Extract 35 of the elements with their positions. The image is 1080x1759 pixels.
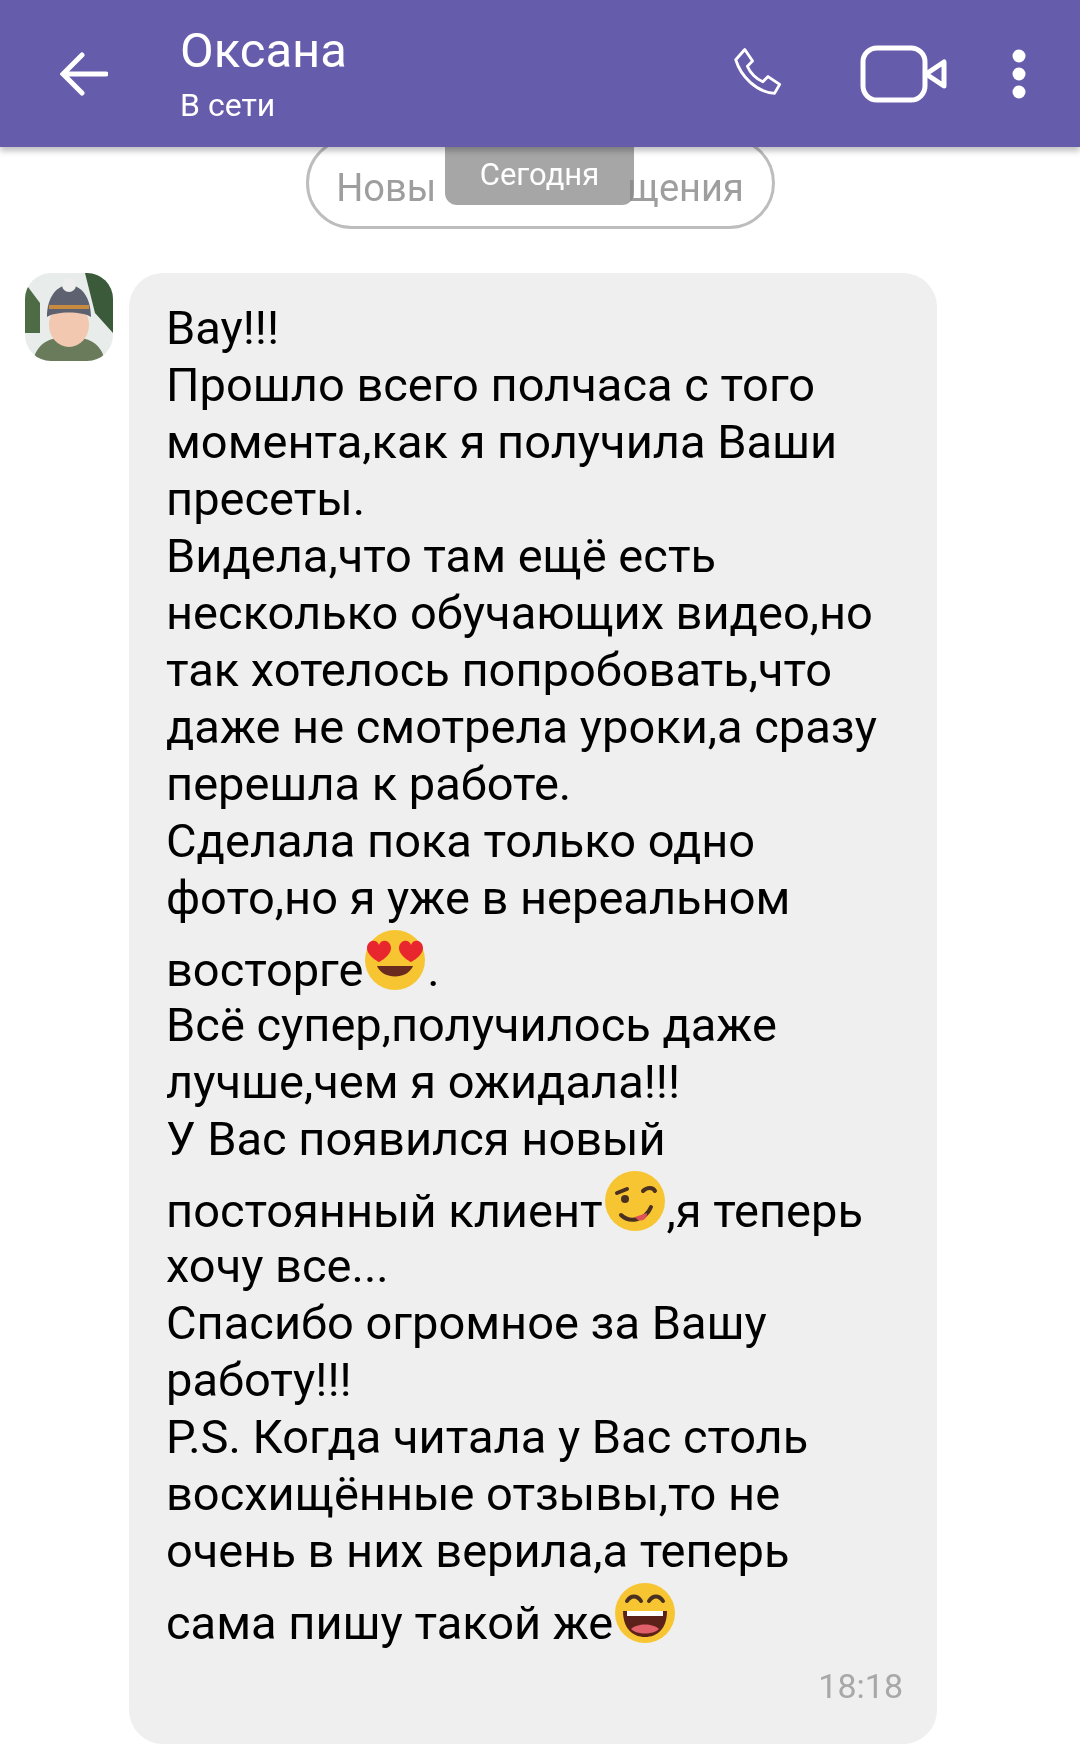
- video-camera-icon[interactable]: [860, 44, 948, 103]
- back-icon[interactable]: [60, 51, 108, 96]
- message-text: фото,но я уже в нереальном: [166, 871, 791, 924]
- message-text: Прошло всего полчаса с того: [166, 358, 815, 411]
- message-text: несколько обучающих видео,но: [166, 586, 873, 639]
- message-text: лучше,чем я ожидала!!!: [166, 1055, 681, 1108]
- message-text: момента,как я получила Ваши: [166, 415, 838, 468]
- message-text: .: [427, 944, 440, 996]
- message-text: У Вас появился новый: [166, 1112, 666, 1165]
- message-text: даже не смотрела уроки,а сразу: [166, 700, 877, 753]
- heart-eyes-emoji: [363, 928, 428, 992]
- message-text: Спасибо огромное за Вашу: [166, 1296, 767, 1349]
- message-text: очень в них верила,а теперь: [166, 1524, 790, 1577]
- message-text: Всё супер,получилось даже: [166, 998, 777, 1051]
- message-text: постоянный клиент: [166, 1185, 603, 1237]
- message-text: так хотелось попробовать,что: [166, 643, 832, 696]
- more-icon[interactable]: [1012, 48, 1026, 99]
- message-text: ,я теперь: [666, 1185, 863, 1237]
- message-text: P.S. Когда читала у Вас столь: [166, 1410, 809, 1463]
- message-text: перешла к работе.: [166, 757, 572, 810]
- online-status: В сети: [180, 84, 277, 125]
- message-time: 18:18: [818, 1665, 903, 1708]
- message-text: пресеты.: [166, 472, 366, 525]
- message-text: сама пишу такой же: [166, 1597, 614, 1649]
- message-text: Вау!!!: [166, 301, 280, 354]
- message-text: восхищённые отзывы,то не: [166, 1467, 781, 1520]
- pill-text: Новы: [336, 164, 437, 212]
- message-text: Сделала пока только одно: [166, 814, 756, 867]
- message-text: восторге: [166, 944, 364, 996]
- laughing-face-emoji: [613, 1581, 678, 1645]
- contact-name: Оксана: [180, 22, 348, 79]
- winking-face-emoji: [602, 1169, 667, 1233]
- message-text: Видела,что там ещё есть: [166, 529, 716, 582]
- message-text: хочу все...: [166, 1239, 389, 1292]
- message-text: работу!!!: [166, 1353, 352, 1406]
